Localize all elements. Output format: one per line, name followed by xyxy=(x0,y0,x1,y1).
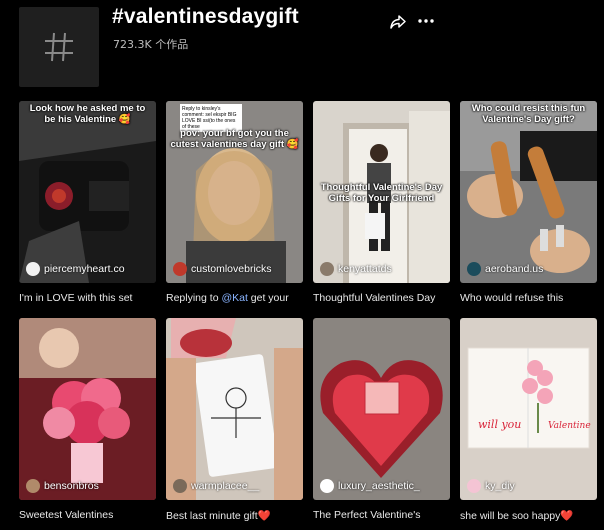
video-card[interactable]: Who could resist this fun Valentine's Da… xyxy=(460,101,597,304)
video-thumbnail[interactable]: Reply to kinsley's comment: sel ekspir B… xyxy=(166,101,303,283)
video-grid: Look how he asked me to be his Valentine… xyxy=(0,0,604,530)
video-author[interactable]: customlovebricks xyxy=(173,262,272,276)
video-thumbnail[interactable]: bensonbros xyxy=(19,318,156,500)
video-author[interactable]: kenyattatds xyxy=(320,262,392,276)
avatar xyxy=(173,479,187,493)
author-name: warmplacee__ xyxy=(191,480,260,492)
video-card[interactable]: luxury_aesthetic_ The Perfect Valentine'… xyxy=(313,318,450,521)
avatar xyxy=(467,262,481,276)
author-name: ky_diy xyxy=(485,480,515,492)
video-overlay-text: pov: your bf got you the cutest valentin… xyxy=(170,128,299,150)
author-name: luxury_aesthetic_ xyxy=(338,480,420,492)
author-name: piercemyheart.co xyxy=(44,263,125,275)
video-card[interactable]: will you Valentine ky_diy she will be so… xyxy=(460,318,597,522)
video-author[interactable]: bensonbros xyxy=(26,479,99,493)
video-caption[interactable]: Replying to @Kat get your xyxy=(166,292,303,304)
video-overlay-text: Who could resist this fun Valentine's Da… xyxy=(471,103,586,125)
avatar xyxy=(320,479,334,493)
video-caption[interactable]: The Perfect Valentine's xyxy=(313,509,450,521)
video-thumbnail[interactable]: Who could resist this fun Valentine's Da… xyxy=(460,101,597,283)
author-name: aeroband.us xyxy=(485,263,544,275)
video-card[interactable]: warmplacee__ Best last minute gift❤️ xyxy=(166,318,303,522)
author-name: bensonbros xyxy=(44,480,99,492)
avatar xyxy=(26,479,40,493)
video-overlay-text: Look how he asked me to be his Valentine… xyxy=(29,103,146,125)
avatar xyxy=(26,262,40,276)
video-author[interactable]: aeroband.us xyxy=(467,262,543,276)
svg-text:Valentine: Valentine xyxy=(548,421,591,431)
video-caption[interactable]: Who would refuse this xyxy=(460,292,597,304)
video-card[interactable]: Look how he asked me to be his Valentine… xyxy=(19,101,156,304)
avatar xyxy=(320,262,334,276)
author-name: customlovebricks xyxy=(191,263,272,275)
video-author[interactable]: warmplacee__ xyxy=(173,479,259,493)
video-caption[interactable]: Best last minute gift❤️ xyxy=(166,509,303,522)
video-caption[interactable]: she will be soo happy❤️ xyxy=(460,509,597,522)
video-card[interactable]: Thoughtful Valentine's Day Gifts for You… xyxy=(313,101,450,304)
video-thumbnail[interactable]: luxury_aesthetic_ xyxy=(313,318,450,500)
video-overlay-text: Thoughtful Valentine's Day Gifts for You… xyxy=(320,182,443,204)
caption-mention[interactable]: @Kat xyxy=(221,292,247,304)
video-caption[interactable]: I'm in LOVE with this set xyxy=(19,292,156,304)
video-caption[interactable]: Sweetest Valentines xyxy=(19,509,156,521)
avatar xyxy=(467,479,481,493)
video-card[interactable]: Reply to kinsley's comment: sel ekspir B… xyxy=(166,101,303,304)
video-author[interactable]: luxury_aesthetic_ xyxy=(320,479,420,493)
video-thumbnail[interactable]: Look how he asked me to be his Valentine… xyxy=(19,101,156,283)
author-name: kenyattatds xyxy=(338,263,392,275)
video-thumbnail[interactable]: Thoughtful Valentine's Day Gifts for You… xyxy=(313,101,450,283)
caption-text: Replying to xyxy=(166,292,222,304)
video-card[interactable]: bensonbros Sweetest Valentines xyxy=(19,318,156,521)
video-author[interactable]: piercemyheart.co xyxy=(26,262,125,276)
video-thumbnail[interactable]: warmplacee__ xyxy=(166,318,303,500)
svg-text:will you: will you xyxy=(478,418,521,431)
avatar xyxy=(173,262,187,276)
video-author[interactable]: ky_diy xyxy=(467,479,515,493)
video-thumbnail[interactable]: will you Valentine ky_diy xyxy=(460,318,597,500)
caption-text: get your xyxy=(247,292,289,304)
video-caption[interactable]: Thoughtful Valentines Day xyxy=(313,292,450,304)
